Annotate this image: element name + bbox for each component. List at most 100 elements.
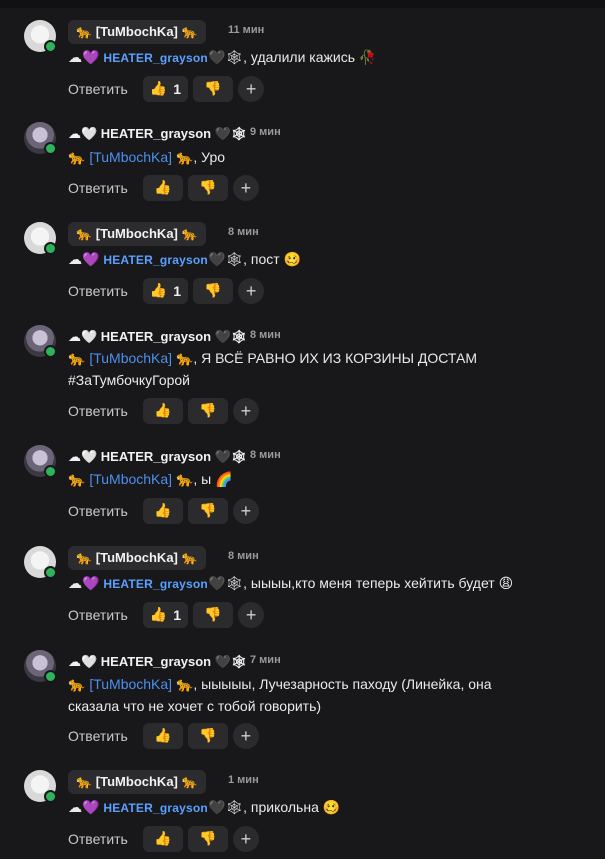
mention-prefix: 🐆 — [68, 677, 86, 693]
comment-author[interactable]: ☁🤍 HEATER_grayson 🖤🕸 — [68, 650, 247, 674]
plus-icon: + — [240, 401, 252, 421]
like-button[interactable]: 👍 1 — [142, 278, 189, 304]
thumbs-down-icon: 👎 — [204, 283, 222, 299]
like-button[interactable]: 👍 — [142, 826, 183, 852]
like-count: 1 — [173, 81, 182, 97]
plus-icon: + — [240, 501, 252, 521]
avatar[interactable] — [24, 445, 57, 478]
add-reaction-button[interactable]: + — [238, 278, 265, 304]
add-reaction-button[interactable]: + — [232, 175, 259, 201]
mention-link[interactable]: HEATER_grayson — [103, 51, 208, 65]
mention-suffix: 🐆 — [175, 150, 194, 166]
thumbs-down-icon: 👎 — [199, 403, 217, 419]
mention-link[interactable]: [TuMbochKa] — [89, 471, 172, 487]
reply-button[interactable]: Ответить — [68, 831, 128, 847]
dislike-button[interactable]: 👎 — [187, 398, 228, 424]
comment-author[interactable]: 🐆 [TuMbochKa] 🐆 — [68, 546, 206, 570]
avatar[interactable] — [24, 546, 57, 579]
thumbs-up-icon: 👍 — [149, 607, 168, 623]
thumbs-up-icon: 👍 — [154, 503, 172, 519]
comment-message: , прикольна 🥴 — [243, 799, 341, 815]
comment-text: ☁💜 HEATER_grayson🖤🕸, удалили кажись 🥀 — [68, 47, 568, 69]
mention-link[interactable]: HEATER_grayson — [103, 253, 208, 267]
thumbs-down-icon: 👎 — [199, 503, 217, 519]
reply-button[interactable]: Ответить — [68, 503, 128, 519]
comment-time: 9 мин — [250, 126, 281, 138]
online-indicator — [44, 345, 57, 358]
comment-message-line2: сказала что не хочет с тобой говорить) — [68, 698, 322, 714]
reply-button[interactable]: Ответить — [68, 180, 128, 196]
add-reaction-button[interactable]: + — [232, 398, 259, 424]
like-button[interactable]: 👍 1 — [142, 602, 189, 628]
comment-author[interactable]: 🐆 [TuMbochKa] 🐆 — [68, 770, 206, 794]
comment-author[interactable]: ☁🤍 HEATER_grayson 🖤🕸 — [68, 445, 247, 469]
like-count: 1 — [173, 607, 182, 623]
dislike-button[interactable]: 👎 — [193, 278, 234, 304]
mention-link[interactable]: HEATER_grayson — [103, 801, 208, 815]
comment-author[interactable]: ☁🤍 HEATER_grayson 🖤🕸 — [68, 122, 247, 146]
comment-text: ☁💜 HEATER_grayson🖤🕸, ыыыы,кто меня тепер… — [68, 573, 568, 595]
comment-hashtag[interactable]: #ЗаТумбочкуГорой — [68, 372, 190, 388]
online-indicator — [44, 465, 57, 478]
comment-text: ☁💜 HEATER_grayson🖤🕸, пост 🥴 — [68, 249, 568, 271]
add-reaction-button[interactable]: + — [238, 602, 265, 628]
like-button[interactable]: 👍 — [142, 398, 183, 424]
mention-suffix: 🖤🕸 — [207, 50, 244, 66]
add-reaction-button[interactable]: + — [238, 76, 265, 102]
dislike-button[interactable]: 👎 — [187, 723, 228, 749]
comment-text: ☁💜 HEATER_grayson🖤🕸, прикольна 🥴 — [68, 797, 568, 819]
comment-time: 11 мин — [228, 24, 265, 36]
comment-time: 1 мин — [228, 774, 259, 786]
comment-author[interactable]: ☁🤍 HEATER_grayson 🖤🕸 — [68, 325, 247, 349]
dislike-button[interactable]: 👎 — [193, 602, 234, 628]
online-indicator — [44, 790, 57, 803]
comment-text: 🐆 [TuMbochKa] 🐆, Я ВСЁ РАВНО ИХ ИЗ КОРЗИ… — [68, 348, 568, 391]
thumbs-up-icon: 👍 — [154, 180, 172, 196]
thumbs-down-icon: 👎 — [204, 81, 222, 97]
avatar[interactable] — [24, 122, 57, 155]
comment-author[interactable]: 🐆 [TuMbochKa] 🐆 — [68, 222, 206, 246]
avatar[interactable] — [24, 650, 57, 683]
reply-button[interactable]: Ответить — [68, 403, 128, 419]
add-reaction-button[interactable]: + — [232, 498, 259, 524]
mention-link[interactable]: [TuMbochKa] — [89, 149, 172, 165]
comment-actions: Ответить 👍 👎 + — [68, 174, 259, 202]
online-indicator — [44, 142, 57, 155]
plus-icon: + — [245, 281, 257, 301]
add-reaction-button[interactable]: + — [232, 826, 259, 852]
mention-link[interactable]: HEATER_grayson — [103, 577, 208, 591]
reply-button[interactable]: Ответить — [68, 607, 128, 623]
dislike-button[interactable]: 👎 — [187, 498, 228, 524]
mention-prefix: 🐆 — [68, 150, 86, 166]
dislike-button[interactable]: 👎 — [193, 76, 234, 102]
mention-link[interactable]: [TuMbochKa] — [89, 350, 172, 366]
dislike-button[interactable]: 👎 — [187, 826, 228, 852]
reply-button[interactable]: Ответить — [68, 728, 128, 744]
like-button[interactable]: 👍 — [142, 723, 183, 749]
mention-suffix: 🖤🕸 — [207, 800, 244, 816]
comment-actions: Ответить 👍 1 👎 + — [68, 277, 265, 305]
reply-button[interactable]: Ответить — [68, 81, 128, 97]
avatar[interactable] — [24, 20, 57, 53]
add-reaction-button[interactable]: + — [232, 723, 259, 749]
mention-suffix: 🖤🕸 — [207, 252, 244, 268]
reply-button[interactable]: Ответить — [68, 283, 128, 299]
online-indicator — [44, 670, 57, 683]
avatar[interactable] — [24, 770, 57, 803]
dislike-button[interactable]: 👎 — [187, 175, 228, 201]
plus-icon: + — [240, 726, 252, 746]
comment-actions: Ответить 👍 1 👎 + — [68, 75, 265, 103]
like-button[interactable]: 👍 1 — [142, 76, 189, 102]
comment-author[interactable]: 🐆 [TuMbochKa] 🐆 — [68, 20, 206, 44]
mention-suffix: 🐆 — [175, 472, 194, 488]
mention-prefix: ☁💜 — [68, 576, 100, 592]
mention-prefix: 🐆 — [68, 351, 86, 367]
avatar[interactable] — [24, 222, 57, 255]
like-button[interactable]: 👍 — [142, 175, 183, 201]
like-button[interactable]: 👍 — [142, 498, 183, 524]
avatar[interactable] — [24, 325, 57, 358]
mention-suffix: 🐆 — [175, 677, 194, 693]
mention-link[interactable]: [TuMbochKa] — [89, 676, 172, 692]
thumbs-up-icon: 👍 — [154, 403, 172, 419]
thumbs-up-icon: 👍 — [154, 728, 172, 744]
